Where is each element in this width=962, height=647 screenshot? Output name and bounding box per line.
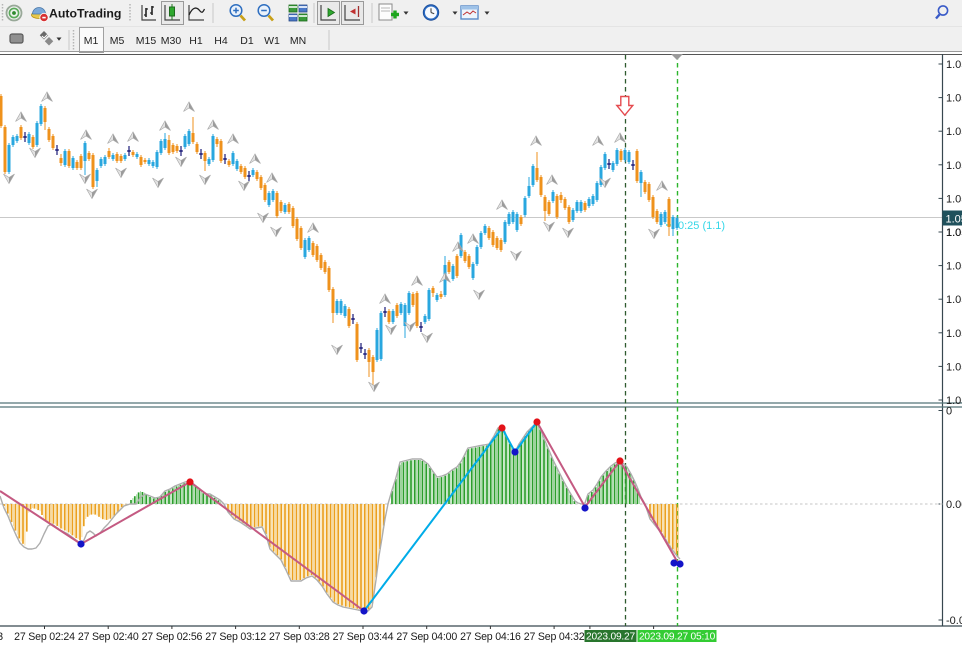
svg-text:-0.0: -0.0 [946,615,962,627]
svg-text:1.05: 1.05 [946,59,962,71]
svg-text:27 Sep 03:12: 27 Sep 03:12 [205,631,266,643]
svg-text:1.05: 1.05 [946,261,962,273]
svg-text:27 Sep 02:24: 27 Sep 02:24 [14,631,75,643]
svg-text:2023.09.27: 2023.09.27 [586,632,636,643]
svg-text:27 Sep 02:40: 27 Sep 02:40 [78,631,139,643]
svg-text:27 Sep 04:16: 27 Sep 04:16 [460,631,521,643]
svg-text:1.05: 1.05 [946,93,962,105]
svg-text:1.05: 1.05 [946,160,962,172]
svg-text:27 Sep 04:32: 27 Sep 04:32 [524,631,585,643]
svg-text:3: 3 [0,631,3,643]
svg-text:1.05: 1.05 [946,361,962,373]
svg-text:27 Sep 03:44: 27 Sep 03:44 [333,631,394,643]
svg-text:27 Sep 02:56: 27 Sep 02:56 [142,631,203,643]
svg-text:0:25 (1.1): 0:25 (1.1) [678,220,725,232]
svg-text:1.05: 1.05 [946,328,962,340]
svg-text:27 Sep 04:00: 27 Sep 04:00 [396,631,457,643]
svg-text:1.05: 1.05 [946,214,962,226]
svg-text:1.05: 1.05 [946,294,962,306]
svg-text:0: 0 [946,406,952,418]
svg-text:1.05: 1.05 [946,193,962,205]
svg-text:27 Sep 03:28: 27 Sep 03:28 [269,631,330,643]
svg-text:2023.09.27 05:10: 2023.09.27 05:10 [639,632,716,643]
svg-text:0.00: 0.00 [946,499,962,511]
svg-text:1.05: 1.05 [946,126,962,138]
svg-text:1.05: 1.05 [946,227,962,239]
